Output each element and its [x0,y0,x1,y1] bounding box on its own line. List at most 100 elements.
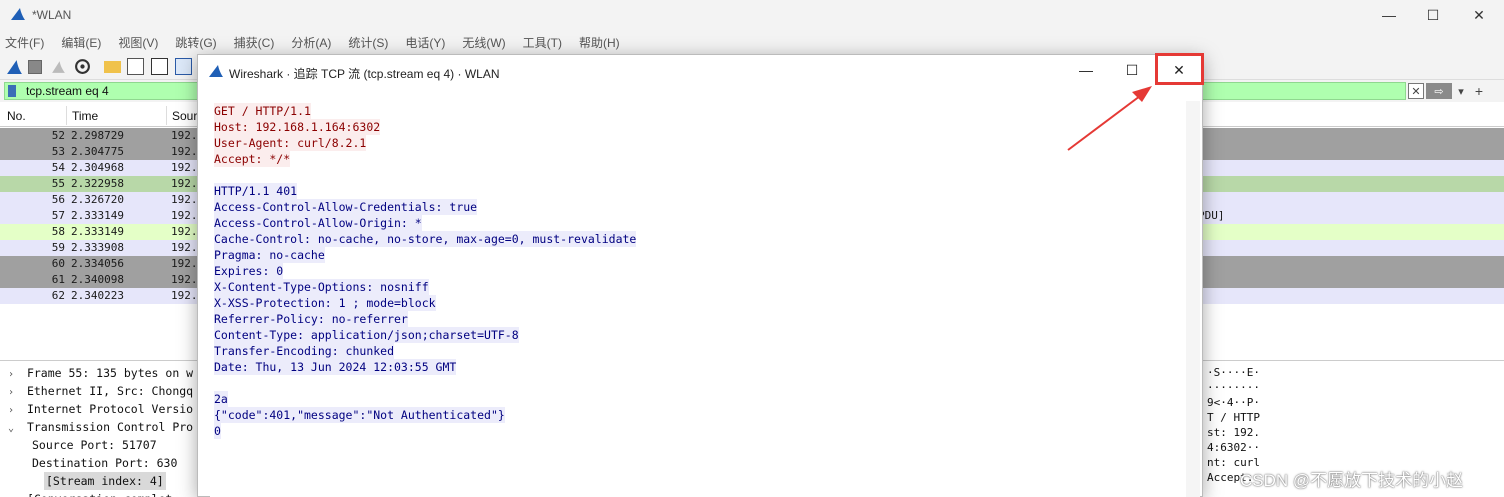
packet-source: 192. [171,289,198,302]
server-response-line: Access-Control-Allow-Credentials: true [214,199,478,215]
server-response-line: Date: Thu, 13 Jun 2024 12:03:55 GMT [214,359,457,375]
capture-options-icon[interactable] [74,58,91,75]
clear-filter-icon[interactable]: ✕ [1408,83,1424,99]
menu-item[interactable]: 无线(W) [462,34,505,51]
packet-time: 2.334056 [71,257,124,270]
client-request-line: User-Agent: curl/8.2.1 [214,135,367,151]
detail-text: Transmission Control Pro [26,420,194,434]
packet-number: 62 [51,289,65,302]
column-no[interactable]: No. [7,109,26,123]
menu-item[interactable]: 统计(S) [348,34,388,51]
packet-source: 192. [171,177,198,190]
menu-item[interactable]: 编辑(E) [61,34,101,51]
follow-tcp-stream-dialog: Wireshark · 追踪 TCP 流 (tcp.stream eq 4) ·… [197,53,1204,497]
bookmark-icon[interactable] [8,85,16,97]
start-capture-icon[interactable] [6,58,23,75]
packet-time: 2.340223 [71,289,124,302]
menu-item[interactable]: 文件(F) [5,34,44,51]
packet-source: 192. [171,193,198,206]
detail-row[interactable]: › Ethernet II, Src: Chongq [8,382,193,400]
packet-source: 192. [171,273,198,286]
detail-row[interactable]: Source Port: 51707 [32,436,157,454]
dialog-maximize-button[interactable]: ☐ [1109,55,1155,85]
packet-number: 57 [51,209,65,222]
save-file-icon[interactable] [127,58,144,75]
packet-source: 192. [171,161,198,174]
filter-text: tcp.stream eq 4 [26,84,109,98]
server-response-line: Cache-Control: no-cache, no-store, max-a… [214,231,637,247]
menu-item[interactable]: 分析(A) [291,34,331,51]
detail-row[interactable]: ⌄ Transmission Control Pro [8,418,193,436]
packet-number: 53 [51,145,65,158]
packet-number: 54 [51,161,65,174]
packet-time: 2.304968 [71,161,124,174]
dialog-minimize-button[interactable]: — [1063,55,1109,85]
hex-ascii-line: 9<·4··P· [1207,396,1260,409]
packet-source: 192. [171,257,198,270]
packet-source: 192. [171,209,198,222]
detail-row[interactable]: [Stream index: 4] [44,472,166,490]
packet-source: 192. [171,145,198,158]
stop-capture-icon[interactable] [28,60,42,74]
packet-number: 59 [51,241,65,254]
menu-item[interactable]: 跳转(G) [175,34,216,51]
stream-content[interactable]: GET / HTTP/1.1 Host: 192.168.1.164:6302 Us… [210,101,1186,497]
detail-text: Destination Port: 630 [32,456,178,470]
packet-source: 192. [171,225,198,238]
restart-capture-icon[interactable] [50,58,67,75]
packet-number: 58 [51,225,65,238]
server-response-line: Referrer-Policy: no-referrer [214,311,408,327]
packet-time: 2.322958 [71,177,124,190]
server-response-line: Pragma: no-cache [214,247,325,263]
reload-file-icon[interactable] [175,58,192,75]
menu-item[interactable]: 电话(Y) [405,34,445,51]
menu-item[interactable]: 视图(V) [118,34,158,51]
packet-time: 2.304775 [71,145,124,158]
detail-text: Internet Protocol Versio [26,402,194,416]
menu-item[interactable]: 帮助(H) [579,34,620,51]
packet-time: 2.326720 [71,193,124,206]
detail-text: [Stream index: 4] [46,474,164,488]
wireshark-logo-icon [11,8,25,20]
detail-text: [Conversation complet [27,492,172,497]
server-response-line: Content-Type: application/json;charset=U… [214,327,519,343]
column-time[interactable]: Time [72,109,98,123]
server-response-line: Transfer-Encoding: chunked [214,343,395,359]
packet-source: 192. [171,129,198,142]
filter-dropdown-icon[interactable]: ▾ [1454,83,1468,99]
server-response-line: Access-Control-Allow-Origin: * [214,215,422,231]
packet-time: 2.333149 [71,209,124,222]
server-response-line: HTTP/1.1 401 [214,183,298,199]
open-file-icon[interactable] [104,61,121,73]
packet-number: 55 [51,177,65,190]
close-button[interactable]: ✕ [1456,0,1502,30]
stream-scrollbar[interactable] [1186,101,1200,497]
minimize-button[interactable]: — [1366,0,1412,30]
hex-ascii-line: st: 192. [1207,426,1260,439]
client-request-line: Accept: */* [214,151,291,167]
detail-row[interactable]: › Internet Protocol Versio [8,400,193,418]
column-source[interactable]: Sour [172,109,197,123]
packet-number: 52 [51,129,65,142]
detail-row[interactable]: › Frame 55: 135 bytes on w [8,364,193,382]
apply-filter-icon[interactable]: ⇨ [1426,83,1452,99]
packet-time: 2.333908 [71,241,124,254]
menu-item[interactable]: 工具(T) [523,34,562,51]
detail-row[interactable]: Destination Port: 630 [32,454,177,472]
hex-ascii-line: T / HTTP [1207,411,1260,424]
main-title-bar: *WLAN — ☐ ✕ [0,0,1504,30]
client-request-line: GET / HTTP/1.1 [214,103,311,119]
server-body-line: {"code":401,"message":"Not Authenticated… [214,407,505,423]
close-button-highlight [1155,53,1204,85]
watermark: CSDN @不愿放下技术的小赵 [1240,471,1464,490]
add-filter-button[interactable]: + [1472,83,1486,99]
server-body-line: 2a [214,391,228,407]
menu-item[interactable]: 捕获(C) [234,34,275,51]
maximize-button[interactable]: ☐ [1410,0,1456,30]
packet-time: 2.298729 [71,129,124,142]
expand-chevron-icon[interactable]: ⌄ [8,420,20,438]
server-response-line: Expires: 0 [214,263,284,279]
detail-row[interactable]: › [Conversation complet [8,490,172,497]
expand-chevron-icon[interactable]: › [8,492,20,497]
close-file-icon[interactable] [151,58,168,75]
